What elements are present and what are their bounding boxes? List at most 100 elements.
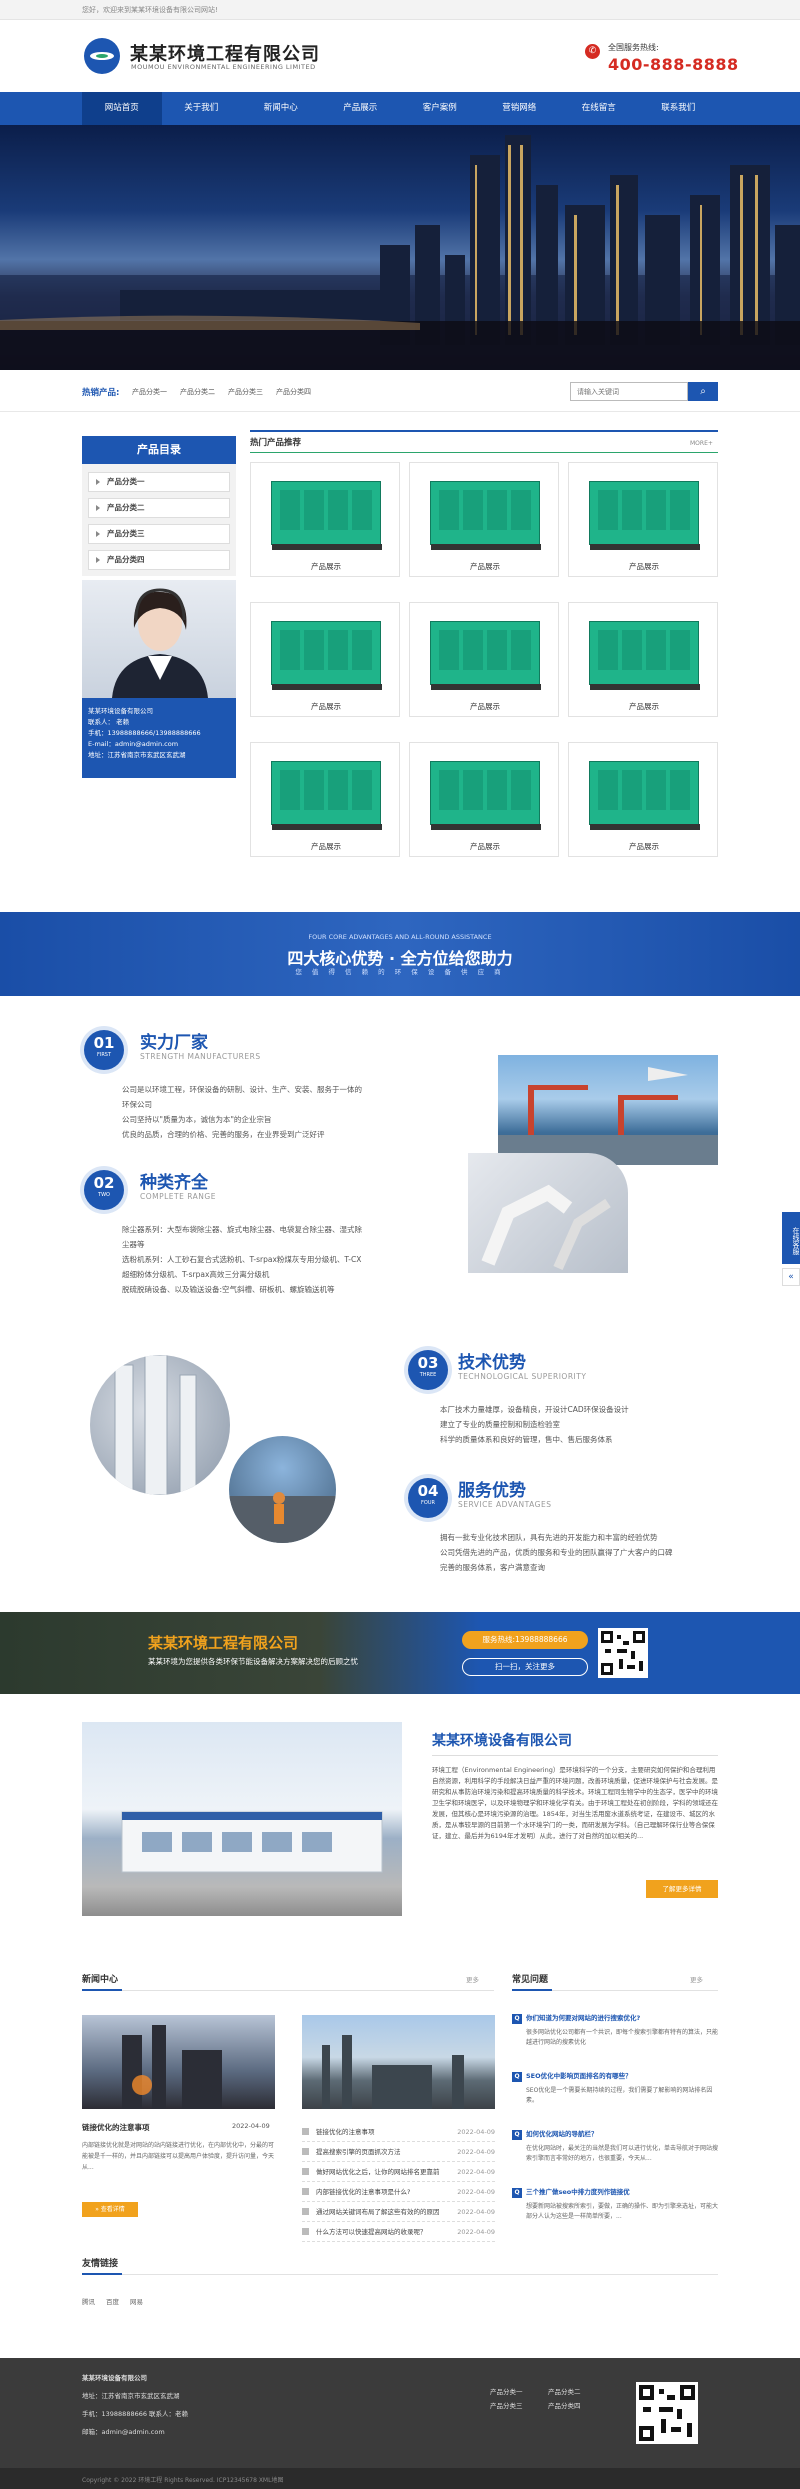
hot-link[interactable]: 产品分类一	[132, 387, 167, 397]
nav-item-network[interactable]: 营销网络	[480, 92, 560, 125]
news-list-image	[302, 2015, 495, 2109]
phone-icon: ✆	[585, 44, 600, 59]
products-more-link[interactable]: MORE+	[690, 440, 713, 447]
news-list-item[interactable]: 什么方法可以快速提高网站的收录呢？ 2022-04-09	[302, 2222, 495, 2242]
news-list-item[interactable]: 提高搜索引擎的页面抓次方法 2022-04-09	[302, 2142, 495, 2162]
news-featured-summary: 内部链接优化就是对网站的站内链接进行优化，在内部优化中，分最的可能被是千一样的，…	[82, 2142, 275, 2171]
faq-question[interactable]: Q 你们知道为何要对网站的进行搜索优化?	[512, 2012, 718, 2024]
advantage-number: 03 THREE	[408, 1350, 448, 1390]
category-item[interactable]: 产品分类二	[88, 498, 230, 518]
faq-question[interactable]: Q SEO优化中影响页面排名的有哪些？	[512, 2070, 718, 2082]
generator-image	[589, 761, 700, 830]
product-caption: 产品展示	[470, 562, 500, 571]
category-title: 产品目录	[82, 436, 236, 464]
hot-link[interactable]: 产品分类二	[180, 387, 215, 397]
cta-text: 某某环境为您提供各类环保节能设备解决方案解决您的后顾之忧	[148, 1657, 358, 1666]
advantage-title: 技术优势	[458, 1353, 526, 1373]
footer-phone: 手机：13988888666 联系人：老赖	[82, 2410, 189, 2418]
faq-question[interactable]: Q 三个推广做seo中排力度列作链接优	[512, 2186, 718, 2198]
footer-link[interactable]: 产品分类三	[490, 2400, 523, 2410]
nav-item-products[interactable]: 产品展示	[321, 92, 401, 125]
main-nav: 网站首页 关于我们 新闻中心 产品展示 客户案例 营销网络 在线留言 联系我们	[0, 92, 800, 125]
contact-company: 某某环境设备有限公司	[88, 707, 153, 715]
contact-address: 地址：江苏省南京市玄武区玄武湖	[88, 751, 186, 759]
company-building-photo	[82, 1722, 402, 1916]
category-item[interactable]: 产品分类三	[88, 524, 230, 544]
generator-image	[430, 621, 541, 690]
news-featured-title[interactable]: 链接优化的注意事项	[82, 2122, 150, 2133]
product-caption: 产品展示	[470, 842, 500, 851]
divider	[512, 1989, 718, 1991]
contact-person: 联系人： 老赖	[88, 718, 130, 726]
product-card[interactable]: 产品展示	[409, 742, 559, 857]
faq-more-link[interactable]: 更多	[690, 1974, 703, 1984]
friend-link[interactable]: 网易	[130, 2296, 143, 2306]
nav-item-contact[interactable]: 联系我们	[639, 92, 719, 125]
divider	[432, 1755, 718, 1756]
category-item[interactable]: 产品分类四	[88, 550, 230, 570]
news-list-item[interactable]: 链接优化的注意事项 2022-04-09	[302, 2122, 495, 2142]
news-more-link[interactable]: 更多	[466, 1974, 479, 1984]
welcome-text: 您好，欢迎来到某某环境设备有限公司网站!	[82, 6, 218, 14]
nav-item-news[interactable]: 新闻中心	[241, 92, 321, 125]
footer-link[interactable]: 产品分类二	[548, 2386, 581, 2396]
contact-phone: 手机：13988888666/13988888666	[88, 729, 201, 737]
about-more-button[interactable]: 了解更多详情	[646, 1880, 718, 1898]
cta-banner	[0, 1612, 800, 1694]
news-detail-button[interactable]: » 查看详情	[82, 2202, 138, 2217]
product-card[interactable]: 产品展示	[568, 602, 718, 717]
product-card[interactable]: 产品展示	[250, 602, 400, 717]
advantages-en: FOUR CORE ADVANTAGES AND ALL-ROUND ASSIS…	[308, 933, 492, 941]
product-card[interactable]: 产品展示	[568, 742, 718, 857]
nav-item-about[interactable]: 关于我们	[162, 92, 242, 125]
advantage-title: 实力厂家	[140, 1033, 208, 1053]
category-item[interactable]: 产品分类一	[88, 472, 230, 492]
nav-item-message[interactable]: 在线留言	[559, 92, 639, 125]
generator-image	[271, 481, 382, 550]
footer-link[interactable]: 产品分类四	[548, 2400, 581, 2410]
search-input[interactable]	[570, 382, 688, 401]
product-caption: 产品展示	[629, 842, 659, 851]
advantage-title: 种类齐全	[140, 1173, 208, 1193]
logo-icon[interactable]	[84, 38, 120, 74]
copyright: Copyright © 2022 环境工程 Rights Reserved. I…	[82, 2477, 284, 2484]
product-card[interactable]: 产品展示	[250, 462, 400, 577]
product-card[interactable]: 产品展示	[409, 462, 559, 577]
nav-item-cases[interactable]: 客户案例	[400, 92, 480, 125]
news-list-item[interactable]: 内部链接优化的注意事项是什么? 2022-04-09	[302, 2182, 495, 2202]
customer-service-photo	[82, 580, 236, 698]
news-list-item[interactable]: 通过网站关键词布局了解这些有效的的原因 2022-04-09	[302, 2202, 495, 2222]
hero-banner	[0, 125, 800, 370]
footer-link[interactable]: 产品分类一	[490, 2386, 523, 2396]
search-button[interactable]: ⌕	[688, 382, 718, 401]
cta-phone-button[interactable]: 服务热线:13988888666	[462, 1631, 588, 1649]
friend-link[interactable]: 腾讯	[82, 2296, 95, 2306]
footer-email: 邮箱：admin@admin.com	[82, 2428, 165, 2436]
friend-link[interactable]: 百度	[106, 2296, 119, 2306]
advantage-number: 01 FIRST	[84, 1030, 124, 1070]
hot-link[interactable]: 产品分类三	[228, 387, 263, 397]
chevron-left-icon[interactable]: «	[782, 1268, 800, 1286]
cta-scan-button[interactable]: 扫一扫，关注更多	[462, 1658, 588, 1676]
industrial-pipes-photo	[90, 1355, 230, 1495]
product-caption: 产品展示	[629, 702, 659, 711]
nav-item-home[interactable]: 网站首页	[82, 92, 162, 125]
news-title: 新闻中心	[82, 1975, 119, 1985]
hot-link[interactable]: 产品分类四	[276, 387, 311, 397]
robotic-arm-photo	[468, 1153, 628, 1273]
divider	[250, 430, 718, 432]
faq-answer: 很多网站优化公司都有一个共识，即每个搜索引擎都有特有的算法，只能越进行网站的搜素…	[526, 2029, 719, 2046]
product-card[interactable]: 产品展示	[568, 462, 718, 577]
about-text: 环境工程（Environmental Engineering）是环境科学的一个分…	[432, 1766, 718, 1840]
product-card[interactable]: 产品展示	[250, 742, 400, 857]
news-list-item[interactable]: 做好网站优化之后，让你的网站排名更靠前 2022-04-09	[302, 2162, 495, 2182]
friend-links-title: 友情链接	[82, 2259, 119, 2269]
product-caption: 产品展示	[311, 842, 341, 851]
product-card[interactable]: 产品展示	[409, 602, 559, 717]
advantage-number: 04 FOUR	[408, 1478, 448, 1518]
product-caption: 产品展示	[311, 562, 341, 571]
online-service-tab[interactable]: 在线客服	[782, 1212, 800, 1264]
faq-question[interactable]: Q 如何优化网站的导航栏？	[512, 2128, 718, 2140]
advantage-en: TECHNOLOGICAL SUPERIORITY	[458, 1372, 587, 1381]
city-skyline-image	[0, 135, 800, 370]
